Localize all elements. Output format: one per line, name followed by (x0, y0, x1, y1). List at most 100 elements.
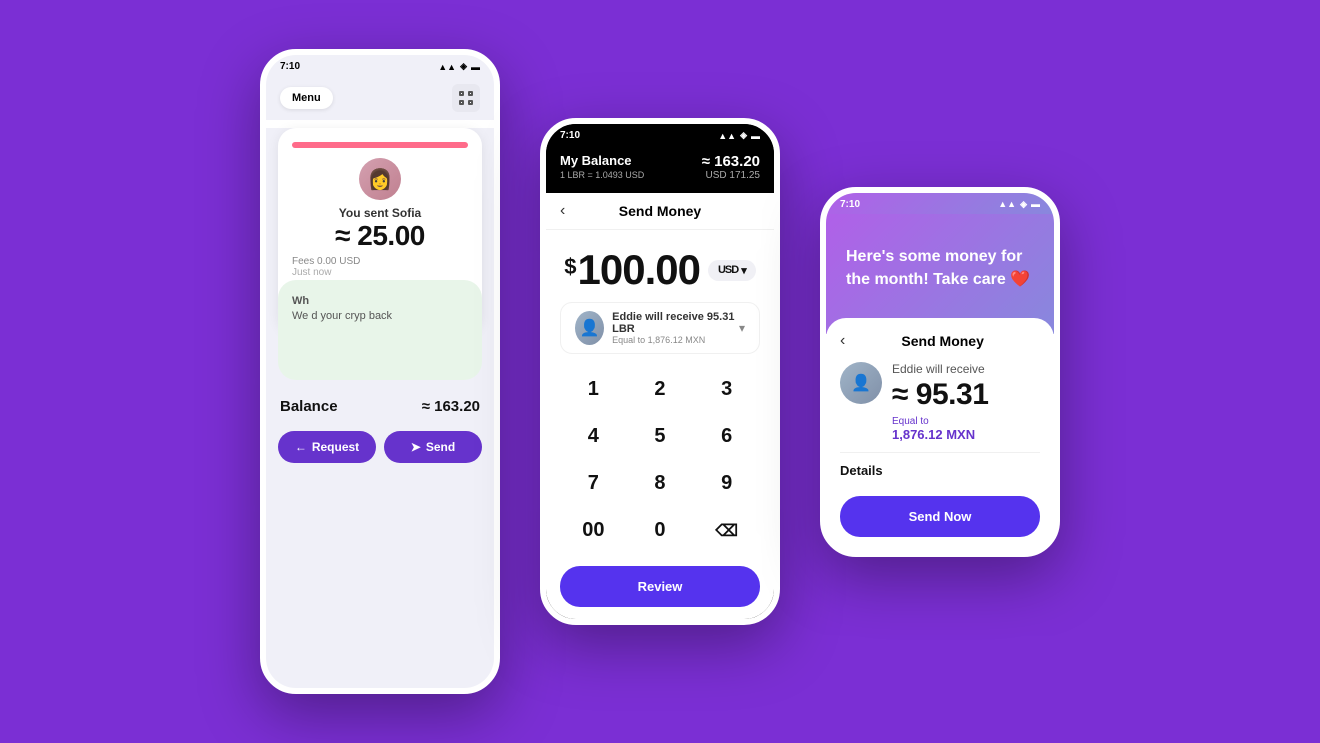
sent-label: You sent Sofia (292, 206, 468, 220)
status-bar-2: 7:10 ▲▲ ◈ ▬ (546, 124, 774, 145)
menu-button[interactable]: Menu (280, 87, 333, 109)
exchange-rate: 1 LBR = 1.0493 USD (560, 170, 644, 180)
recipient-avatar-face-3: 👤 (840, 362, 882, 404)
wifi-icon-2: ◈ (740, 130, 747, 141)
request-button[interactable]: ← Request (278, 431, 376, 463)
main-amount: ≈ 25.00 (292, 220, 468, 252)
numpad-00[interactable]: 00 (560, 507, 627, 554)
numpad-delete[interactable]: ⌫ (693, 507, 760, 554)
numpad-4[interactable]: 4 (560, 413, 627, 460)
numpad-6[interactable]: 6 (693, 413, 760, 460)
balance-label: Balance (280, 398, 338, 415)
numpad-3[interactable]: 3 (693, 366, 760, 413)
status-icons-3: ▲▲ ◈ ▬ (998, 199, 1040, 210)
time-1: 7:10 (280, 61, 300, 72)
avatar-face: 👩 (359, 158, 401, 200)
send-money-header: ‹ Send Money (546, 193, 774, 230)
balance-amount: ≈ 163.20 (422, 398, 480, 415)
my-balance-title: My Balance (560, 153, 644, 168)
numpad-5[interactable]: 5 (627, 413, 694, 460)
signal-icon-2: ▲▲ (718, 131, 736, 141)
status-icons-2: ▲▲ ◈ ▬ (718, 130, 760, 141)
currency-label: USD (718, 264, 738, 276)
receive-section: 👤 Eddie will receive ≈ 95.31 Equal to 1,… (840, 362, 1040, 442)
recipient-sub: Equal to 1,876.12 MXN (612, 335, 739, 345)
receive-amount: ≈ 95.31 (892, 378, 988, 412)
time-3: 7:10 (840, 199, 860, 210)
time-2: 7:10 (560, 130, 580, 141)
back-button-3[interactable]: ‹ (840, 332, 845, 350)
just-now-text: Just now (292, 267, 468, 278)
equal-to-label: Equal to (892, 416, 988, 427)
status-bar-1: 7:10 ▲▲ ◈ ▬ (266, 55, 494, 76)
send-now-button[interactable]: Send Now (840, 496, 1040, 537)
send-money-title-2: Send Money (619, 203, 701, 219)
numpad: 1 2 3 4 5 6 7 8 9 00 0 ⌫ (546, 366, 774, 554)
equal-amount: 1,876.12 MXN (892, 427, 988, 442)
action-buttons: ← Request ➤ Send (266, 425, 494, 479)
signal-icon: ▲▲ (438, 62, 456, 72)
battery-icon-3: ▬ (1031, 199, 1040, 209)
phone-3: 7:10 ▲▲ ◈ ▬ Here's some money for the mo… (820, 187, 1060, 557)
phone-1: 7:10 ▲▲ ◈ ▬ Menu 👩 (260, 49, 500, 694)
balance-header-right: ≈ 163.20 USD 171.25 (702, 153, 760, 181)
pink-bar (292, 142, 468, 148)
send-label: Send (426, 440, 455, 454)
dollar-amount: $ 100.00 USD ▾ (560, 246, 760, 294)
numpad-7[interactable]: 7 (560, 460, 627, 507)
balance-bar: Balance ≈ 163.20 (266, 388, 494, 425)
send-icon: ➤ (411, 440, 421, 454)
qr-icon[interactable] (452, 84, 480, 112)
wifi-icon: ◈ (460, 61, 467, 72)
battery-icon: ▬ (471, 62, 480, 72)
phone1-header: Menu (266, 76, 494, 120)
request-icon: ← (295, 440, 307, 454)
balance-header: My Balance 1 LBR = 1.0493 USD ≈ 163.20 U… (546, 145, 774, 193)
amount-display: $ 100.00 USD ▾ (546, 230, 774, 302)
recipient-text: Eddie will receive 95.31 LBR Equal to 1,… (612, 311, 739, 345)
request-label: Request (312, 440, 359, 454)
recipient-info: 👤 Eddie will receive 95.31 LBR Equal to … (575, 311, 739, 345)
send-button[interactable]: ➤ Send (384, 431, 482, 463)
receive-label: Eddie will receive (892, 362, 988, 376)
numpad-8[interactable]: 8 (627, 460, 694, 507)
header-balance-usd: USD 171.25 (702, 170, 760, 181)
dollar-sign: $ (564, 254, 575, 280)
balance-header-left: My Balance 1 LBR = 1.0493 USD (560, 153, 644, 180)
phone1-body: 👩 You sent Sofia ≈ 25.00 Fees 0.00 USD J… (266, 128, 494, 688)
status-bar-3: 7:10 ▲▲ ◈ ▬ (826, 193, 1054, 214)
send-money-panel: ‹ Send Money 👤 Eddie will receive ≈ 95.3… (826, 318, 1054, 551)
details-title: Details (840, 463, 1040, 478)
amount-value: 100.00 (578, 246, 700, 294)
peek-card: Wh We d your cryp back (278, 280, 482, 380)
numpad-2[interactable]: 2 (627, 366, 694, 413)
recipient-name: Eddie will receive 95.31 LBR (612, 311, 739, 335)
fees-text: Fees 0.00 USD (292, 256, 468, 267)
phone2-content: $ 100.00 USD ▾ 👤 Eddie will receive 95.3… (546, 230, 774, 619)
status-icons-1: ▲▲ ◈ ▬ (438, 61, 480, 72)
chevron-down-icon: ▾ (741, 264, 746, 277)
gradient-banner: Here's some money for the month! Take ca… (826, 214, 1054, 334)
review-button[interactable]: Review (560, 566, 760, 607)
receive-details: Eddie will receive ≈ 95.31 Equal to 1,87… (892, 362, 988, 442)
peek-text: Wh We d your cryp back (292, 294, 468, 325)
numpad-1[interactable]: 1 (560, 366, 627, 413)
numpad-0[interactable]: 0 (627, 507, 694, 554)
recipient-row: 👤 Eddie will receive 95.31 LBR Equal to … (560, 302, 760, 354)
recipient-avatar-face: 👤 (575, 311, 604, 345)
phone-2: 7:10 ▲▲ ◈ ▬ My Balance 1 LBR = 1.0493 US… (540, 118, 780, 625)
back-button-2[interactable]: ‹ (560, 202, 565, 220)
numpad-9[interactable]: 9 (693, 460, 760, 507)
signal-icon-3: ▲▲ (998, 199, 1016, 209)
wifi-icon-3: ◈ (1020, 199, 1027, 210)
battery-icon-2: ▬ (751, 131, 760, 141)
currency-selector[interactable]: USD ▾ (708, 260, 756, 281)
recipient-avatar-3: 👤 (840, 362, 882, 404)
send-money-title-3: Send Money (845, 333, 1040, 349)
expand-icon[interactable]: ▾ (739, 321, 745, 335)
send-money-panel-header: ‹ Send Money (840, 332, 1040, 350)
header-balance-amount: ≈ 163.20 (702, 153, 760, 170)
details-section: Details (840, 452, 1040, 478)
avatar: 👩 (359, 158, 401, 200)
recipient-avatar: 👤 (575, 311, 604, 345)
